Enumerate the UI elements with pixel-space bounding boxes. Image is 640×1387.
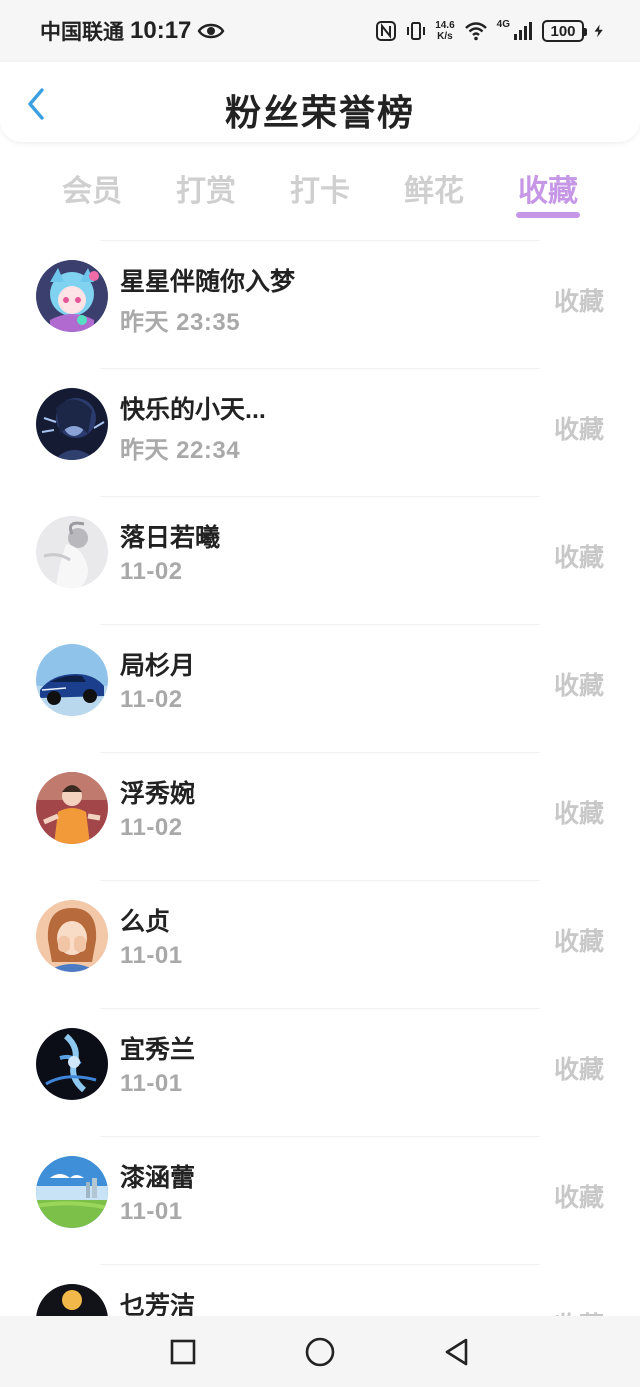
avatar[interactable] <box>36 644 108 716</box>
fan-name: 局杉月 <box>120 652 196 680</box>
avatar[interactable] <box>36 772 108 844</box>
tab-checkin[interactable]: 打卡 <box>270 158 370 218</box>
nfc-icon <box>376 21 397 41</box>
divider <box>100 752 540 753</box>
divider <box>100 1008 540 1009</box>
avatar[interactable] <box>36 1028 108 1100</box>
fan-action: 收藏 <box>553 288 604 316</box>
eye-icon <box>197 23 225 39</box>
fan-name: 快乐的小天... <box>120 396 266 424</box>
divider <box>100 496 540 497</box>
fan-name: 浮秀婉 <box>120 780 196 808</box>
fan-list: 星星伴随你入梦 昨天 23:35 收藏 快乐的小天... 昨天 22:34 收藏 <box>0 240 640 1387</box>
fan-time: 11-02 <box>120 558 183 585</box>
list-item[interactable]: 局杉月 11-02 收藏 <box>0 624 640 752</box>
fan-time: 11-02 <box>120 814 183 841</box>
vibrate-icon <box>407 22 426 40</box>
fan-time: 昨天 23:35 <box>120 309 241 336</box>
divider <box>100 1264 540 1265</box>
avatar[interactable] <box>36 388 108 460</box>
fan-action: 收藏 <box>553 1056 604 1084</box>
network-speed: 14.6 K/s <box>435 20 454 42</box>
list-item[interactable]: 宜秀兰 11-01 收藏 <box>0 1008 640 1136</box>
page-title: 粉丝荣誉榜 <box>224 92 415 133</box>
fan-time: 11-01 <box>120 942 183 969</box>
list-item[interactable]: 星星伴随你入梦 昨天 23:35 收藏 <box>0 240 640 368</box>
fan-name: 落日若曦 <box>120 524 221 552</box>
fan-time: 11-01 <box>120 1070 183 1097</box>
signal-icon <box>514 22 532 40</box>
fan-time: 11-02 <box>120 686 183 713</box>
fan-name: 漆涵蕾 <box>120 1164 196 1192</box>
tab-member[interactable]: 会员 <box>42 158 142 218</box>
active-tab-indicator <box>516 212 580 218</box>
divider <box>100 368 540 369</box>
fan-name: 宜秀兰 <box>120 1036 196 1064</box>
charging-icon <box>594 24 603 38</box>
tab-flower[interactable]: 鲜花 <box>384 158 484 218</box>
square-icon <box>170 1339 196 1365</box>
avatar[interactable] <box>36 900 108 972</box>
circle-icon <box>305 1337 335 1367</box>
triangle-back-icon <box>445 1338 468 1366</box>
tab-bar: 会员 打赏 打卡 鲜花 收藏 <box>0 158 640 226</box>
divider <box>100 1136 540 1137</box>
fan-time: 11-01 <box>120 1198 183 1225</box>
clock: 10:17 <box>130 17 192 44</box>
wifi-icon <box>464 22 487 41</box>
header: 粉丝荣誉榜 <box>0 62 640 142</box>
fan-time: 昨天 22:34 <box>120 437 241 464</box>
speed-unit: K/s <box>437 31 453 42</box>
fan-action: 收藏 <box>553 416 604 444</box>
tab-favorite[interactable]: 收藏 <box>498 158 598 218</box>
avatar[interactable] <box>36 516 108 588</box>
divider <box>100 880 540 881</box>
tab-reward[interactable]: 打赏 <box>156 158 256 218</box>
divider <box>100 240 540 241</box>
battery-indicator: 100 <box>542 20 587 42</box>
avatar[interactable] <box>36 1156 108 1228</box>
system-navigation-bar <box>0 1316 640 1387</box>
fan-action: 收藏 <box>553 672 604 700</box>
fan-action: 收藏 <box>553 1184 604 1212</box>
status-bar: 中国联通 10:17 14.6 K/s 4G 100 <box>0 0 640 62</box>
divider <box>100 624 540 625</box>
back-nav-button[interactable] <box>438 1334 474 1370</box>
home-button[interactable] <box>302 1334 338 1370</box>
recent-apps-button[interactable] <box>165 1334 201 1370</box>
list-item[interactable]: 么贞 11-01 收藏 <box>0 880 640 1008</box>
list-item[interactable]: 落日若曦 11-02 收藏 <box>0 496 640 624</box>
list-item[interactable]: 漆涵蕾 11-01 收藏 <box>0 1136 640 1264</box>
fan-name: 星星伴随你入梦 <box>120 268 296 296</box>
fan-action: 收藏 <box>553 928 604 956</box>
network-type: 4G <box>496 18 510 30</box>
fan-honor-screen: 中国联通 10:17 14.6 K/s 4G 100 粉丝荣誉榜 会员 打赏 打… <box>0 0 640 1387</box>
fan-name: 么贞 <box>120 908 171 936</box>
fan-action: 收藏 <box>553 800 604 828</box>
list-item[interactable]: 快乐的小天... 昨天 22:34 收藏 <box>0 368 640 496</box>
avatar[interactable] <box>36 260 108 332</box>
list-item[interactable]: 浮秀婉 11-02 收藏 <box>0 752 640 880</box>
speed-value: 14.6 <box>435 20 455 31</box>
carrier-label: 中国联通 <box>40 21 124 44</box>
battery-level: 100 <box>550 22 576 40</box>
fan-action: 收藏 <box>553 544 604 572</box>
